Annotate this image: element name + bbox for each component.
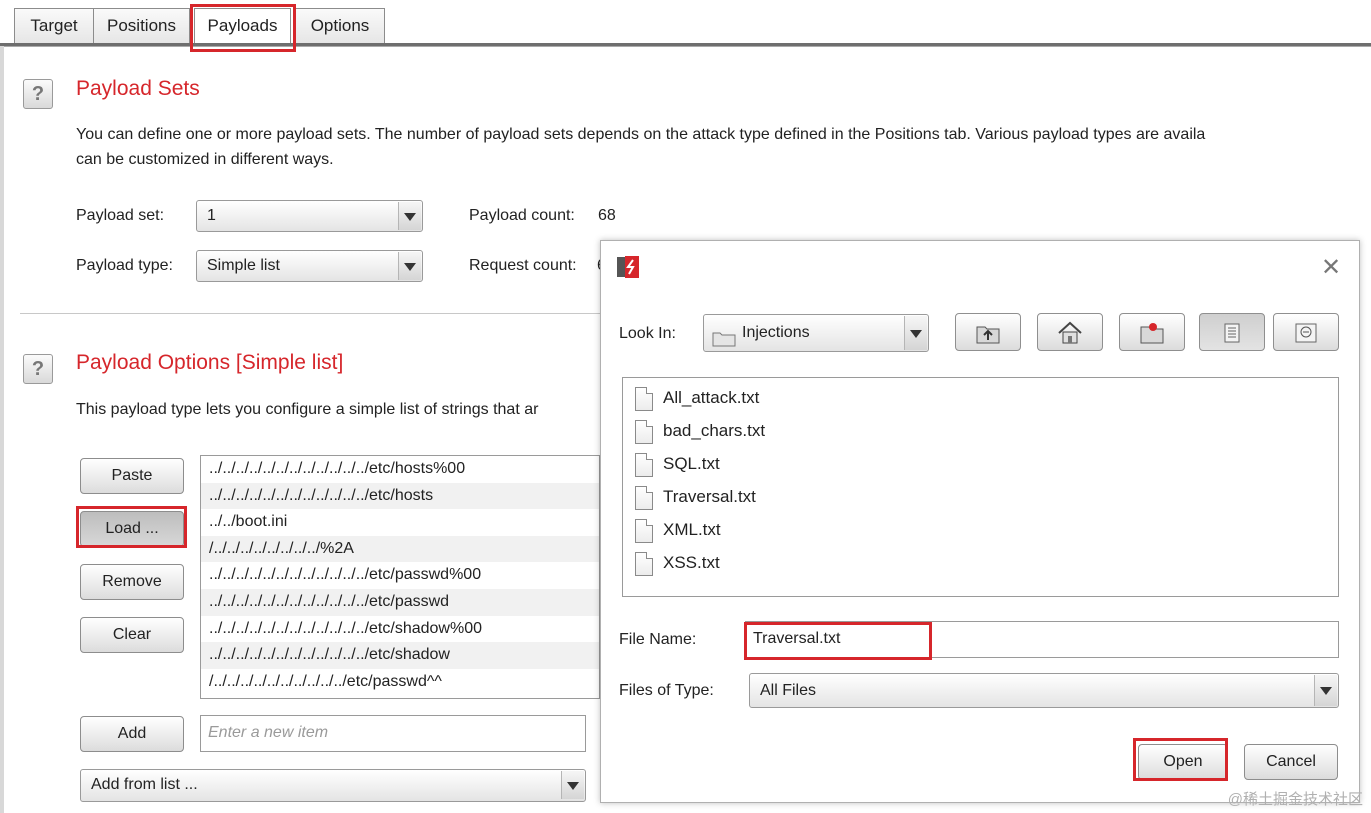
file-item[interactable]: SQL.txt: [635, 449, 720, 479]
look-in-value: Injections: [742, 324, 810, 341]
remove-button[interactable]: Remove: [80, 564, 184, 600]
payload-options-description: This payload type lets you configure a s…: [76, 401, 539, 418]
request-count-label: Request count:: [469, 257, 577, 274]
file-icon: [635, 551, 653, 576]
add-button[interactable]: Add: [80, 716, 184, 752]
tab-underline: [0, 43, 1371, 47]
file-item[interactable]: All_attack.txt: [635, 383, 759, 413]
payload-set-value: 1: [207, 207, 216, 224]
list-item[interactable]: ../../../../../../../../../../../../etc/…: [201, 562, 599, 589]
tab-payloads[interactable]: Payloads: [194, 8, 291, 43]
up-folder-icon: [973, 326, 1003, 352]
cancel-button[interactable]: Cancel: [1244, 744, 1338, 780]
payload-list[interactable]: ../../../../../../../../../../../../etc/…: [200, 455, 600, 699]
file-item[interactable]: bad_chars.txt: [635, 416, 765, 446]
files-of-type-label: Files of Type:: [619, 682, 714, 699]
payload-count-label: Payload count:: [469, 207, 575, 224]
paste-button[interactable]: Paste: [80, 458, 184, 494]
home-button[interactable]: [1037, 313, 1103, 351]
payload-set-select[interactable]: 1: [196, 200, 423, 232]
file-item[interactable]: XML.txt: [635, 515, 721, 545]
close-icon[interactable]: ✕: [1321, 253, 1341, 282]
list-view-button[interactable]: [1199, 313, 1265, 351]
files-of-type-select[interactable]: All Files: [749, 673, 1339, 708]
section-divider: [20, 313, 610, 314]
watermark: @稀土掘金技术社区: [1227, 791, 1363, 808]
details-view-button[interactable]: [1273, 313, 1339, 351]
chevron-down-icon: [398, 252, 421, 280]
new-folder-icon: [1137, 323, 1167, 352]
list-item[interactable]: ../../../../../../../../../../../../etc/…: [201, 616, 599, 643]
open-button[interactable]: Open: [1138, 744, 1228, 780]
tab-options[interactable]: Options: [295, 8, 385, 43]
payload-type-label: Payload type:: [76, 257, 173, 274]
chevron-down-icon: [398, 202, 421, 230]
chevron-down-icon: [904, 316, 927, 350]
list-item[interactable]: ../../../../../../../../../../../../etc/…: [201, 642, 599, 669]
files-of-type-value: All Files: [760, 682, 817, 699]
burp-logo-icon: [616, 255, 640, 279]
list-item[interactable]: ../../../../../../../../../../../../etc/…: [201, 456, 599, 483]
payload-count-value: 68: [598, 207, 616, 224]
list-view-icon: [1217, 323, 1247, 352]
payload-sets-title: Payload Sets: [76, 77, 200, 100]
up-folder-button[interactable]: [955, 313, 1021, 351]
chevron-down-icon: [1314, 675, 1337, 706]
tab-target[interactable]: Target: [14, 8, 94, 43]
list-item[interactable]: /../../../../../../../../../../etc/passw…: [201, 669, 599, 696]
payload-set-label: Payload set:: [76, 207, 165, 224]
list-item[interactable]: /../../../../../../../../%2A: [201, 535, 599, 563]
add-from-list-select[interactable]: Add from list ...: [80, 769, 586, 802]
left-border: [0, 46, 4, 813]
clear-button[interactable]: Clear: [80, 617, 184, 653]
chevron-down-icon: [561, 771, 584, 799]
open-file-dialog: ✕ Look In: Injections All_attack.txt bad…: [600, 240, 1360, 803]
file-icon: [635, 419, 653, 444]
new-folder-button[interactable]: [1119, 313, 1185, 351]
payload-sets-description-line2: can be customized in different ways.: [76, 151, 334, 168]
file-item[interactable]: Traversal.txt: [635, 482, 756, 512]
payload-type-value: Simple list: [207, 257, 280, 274]
look-in-label: Look In:: [619, 325, 676, 342]
home-icon: [1055, 321, 1085, 352]
new-item-input[interactable]: Enter a new item: [200, 715, 586, 752]
folder-icon: [712, 325, 736, 347]
add-from-list-value: Add from list ...: [91, 776, 198, 793]
payload-type-select[interactable]: Simple list: [196, 250, 423, 282]
load-button[interactable]: Load ...: [80, 511, 184, 547]
help-icon[interactable]: ?: [23, 79, 53, 109]
file-icon: [635, 485, 653, 510]
file-icon: [635, 386, 653, 411]
list-item[interactable]: ../../../../../../../../../../../../etc/…: [201, 588, 599, 616]
payload-options-title: Payload Options [Simple list]: [76, 351, 344, 374]
payload-sets-description-line1: You can define one or more payload sets.…: [76, 126, 1206, 143]
tab-positions[interactable]: Positions: [93, 8, 190, 43]
file-icon: [635, 452, 653, 477]
details-view-icon: [1291, 323, 1321, 352]
file-list[interactable]: All_attack.txt bad_chars.txt SQL.txt Tra…: [622, 377, 1339, 597]
list-item[interactable]: ../../../../../../../../../../../../etc/…: [201, 482, 599, 510]
help-icon[interactable]: ?: [23, 354, 53, 384]
list-item[interactable]: ../../boot.ini: [201, 509, 599, 536]
file-name-input[interactable]: Traversal.txt: [745, 621, 1339, 658]
file-icon: [635, 518, 653, 543]
file-name-label: File Name:: [619, 631, 697, 648]
look-in-select[interactable]: Injections: [703, 314, 929, 352]
file-item[interactable]: XSS.txt: [635, 548, 720, 578]
